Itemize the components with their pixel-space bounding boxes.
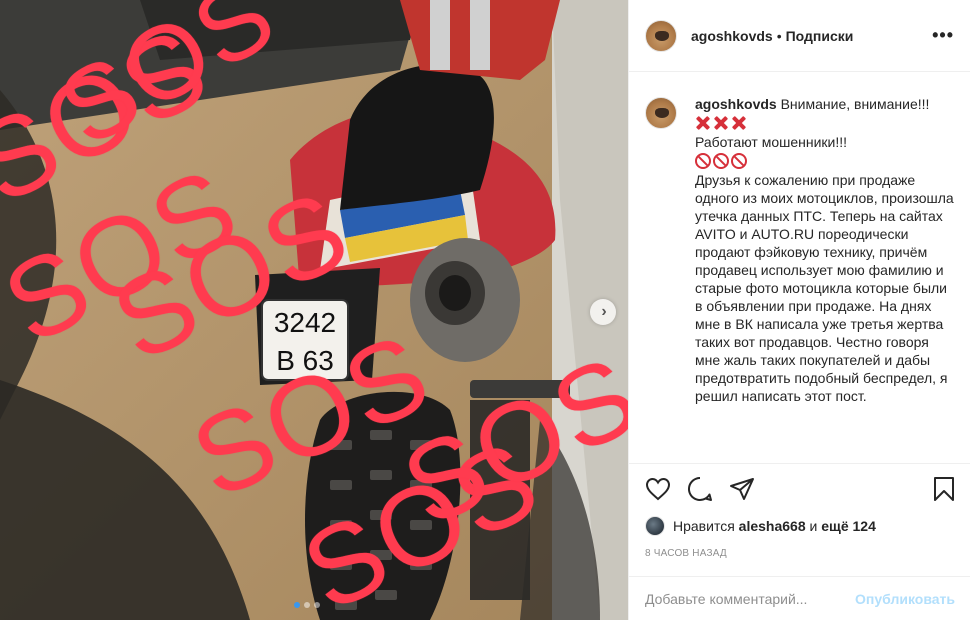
like-heart-icon[interactable] bbox=[645, 477, 671, 501]
likes-middle: и bbox=[809, 518, 818, 534]
cross-mark-icon bbox=[695, 115, 711, 131]
author-avatar[interactable] bbox=[645, 19, 677, 52]
caption-text: Друзья к сожалению при продаже одного из… bbox=[695, 172, 954, 404]
cross-mark-emojis bbox=[695, 115, 955, 131]
post-header: agoshkovds • Подписки ••• bbox=[629, 0, 970, 72]
author-username[interactable]: agoshkovds bbox=[691, 28, 773, 44]
publish-button[interactable]: Опубликовать bbox=[855, 591, 955, 607]
save-bookmark-icon[interactable] bbox=[933, 476, 955, 502]
liker-username[interactable]: alesha668 bbox=[739, 518, 806, 534]
share-paper-plane-icon[interactable] bbox=[729, 477, 755, 501]
carousel-dot bbox=[304, 602, 310, 608]
more-options-icon[interactable]: ••• bbox=[932, 25, 954, 46]
caption-row: agoshkovds Внимание, внимание!!! Работаю… bbox=[645, 95, 955, 405]
post-media[interactable]: 3242 B 63 SOS SOS SOS SOS SOS SOS SOS › bbox=[0, 0, 628, 620]
prohibited-icon bbox=[695, 153, 711, 169]
caption-line-1: Внимание, внимание!!! bbox=[780, 96, 930, 112]
comment-input[interactable] bbox=[645, 590, 856, 607]
carousel-dot-active bbox=[294, 602, 300, 608]
caption-line-2: Работают мошенники!!! bbox=[695, 134, 848, 150]
prohibited-icon bbox=[713, 153, 729, 169]
caption-area: agoshkovds Внимание, внимание!!! Работаю… bbox=[629, 73, 970, 463]
caption-username[interactable]: agoshkovds bbox=[695, 96, 777, 112]
following-button[interactable]: Подписки bbox=[786, 28, 854, 44]
post-actions: Нравится alesha668 и ещё 124 8 ЧАСОВ НАЗ… bbox=[629, 463, 970, 559]
comment-bubble-icon[interactable] bbox=[687, 476, 713, 502]
caption-body: agoshkovds Внимание, внимание!!! Работаю… bbox=[695, 95, 955, 405]
carousel-dot bbox=[314, 602, 320, 608]
caption-avatar[interactable] bbox=[645, 97, 677, 129]
header-separator: • bbox=[776, 27, 782, 44]
likes-count[interactable]: ещё 124 bbox=[821, 518, 876, 534]
likes-summary: Нравится alesha668 и ещё 124 bbox=[645, 516, 955, 536]
post-timestamp[interactable]: 8 ЧАСОВ НАЗАД bbox=[645, 548, 955, 559]
add-comment-bar: Опубликовать bbox=[629, 576, 970, 620]
carousel-next-button[interactable]: › bbox=[590, 299, 616, 325]
prohibited-icon bbox=[731, 153, 747, 169]
carousel-dots bbox=[294, 602, 320, 608]
prohibited-emojis bbox=[695, 153, 955, 169]
action-icons bbox=[645, 474, 955, 504]
likes-prefix: Нравится bbox=[673, 518, 735, 534]
chevron-right-icon: › bbox=[601, 303, 607, 320]
cross-mark-icon bbox=[713, 115, 729, 131]
post-side-panel: agoshkovds • Подписки ••• agoshkovds Вни… bbox=[628, 0, 970, 620]
cross-mark-icon bbox=[731, 115, 747, 131]
liker-avatar[interactable] bbox=[645, 516, 665, 536]
